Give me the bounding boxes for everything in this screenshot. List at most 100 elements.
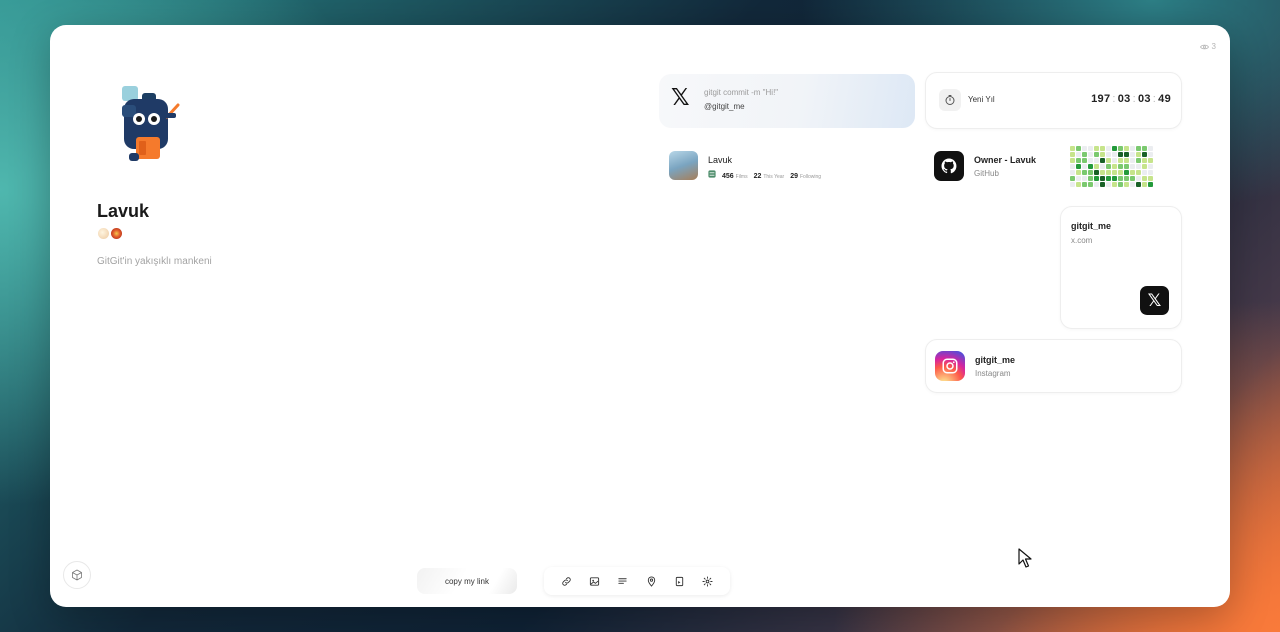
settings-icon[interactable] xyxy=(699,572,717,590)
contribution-cell xyxy=(1136,164,1141,169)
contribution-cell xyxy=(1118,164,1123,169)
contribution-cell xyxy=(1076,158,1081,163)
x-logo-icon: 𝕏 xyxy=(1140,286,1169,315)
contribution-cell xyxy=(1100,170,1105,175)
contribution-cell xyxy=(1094,152,1099,157)
profile-bio: GitGit'in yakışıklı mankeni xyxy=(97,256,212,267)
contribution-cell xyxy=(1082,182,1087,187)
x-logo-icon: 𝕏 xyxy=(671,85,690,111)
contribution-cell xyxy=(1100,182,1105,187)
stat-label: Films xyxy=(735,174,748,180)
countdown-label: Yeni Yıl xyxy=(968,95,995,104)
contribution-cell xyxy=(1148,176,1153,181)
contribution-cell xyxy=(1136,152,1141,157)
avatar[interactable] xyxy=(98,75,198,175)
contribution-cell xyxy=(1082,176,1087,181)
contribution-cell xyxy=(1130,164,1135,169)
contribution-cell xyxy=(1124,152,1129,157)
countdown-hours: 03 xyxy=(1117,93,1131,105)
contribution-cell xyxy=(1136,158,1141,163)
contribution-cell xyxy=(1076,152,1081,157)
stats-card[interactable]: Lavuk 456 Films 22 This Year 29 Followin… xyxy=(659,143,915,193)
tweet-message: gitgit commit -m "Hi!" xyxy=(704,88,779,97)
contribution-cell xyxy=(1088,158,1093,163)
contribution-cell xyxy=(1100,176,1105,181)
tweet-card[interactable]: 𝕏 gitgit commit -m "Hi!" @gitgit_me xyxy=(659,74,915,128)
cube-button[interactable] xyxy=(63,561,91,589)
countdown-card[interactable]: Yeni Yıl 197:03:03:49 xyxy=(925,72,1182,129)
contribution-cell xyxy=(1100,158,1105,163)
emoji-row xyxy=(98,228,122,239)
countdown-days: 197 xyxy=(1091,93,1111,105)
cube-icon xyxy=(72,569,82,581)
hand-emoji xyxy=(98,228,109,239)
contribution-cell xyxy=(1082,146,1087,151)
view-count: 3 xyxy=(1211,42,1216,51)
contribution-cell xyxy=(1094,182,1099,187)
contribution-cell xyxy=(1082,170,1087,175)
contribution-cell xyxy=(1106,182,1111,187)
contribution-cell xyxy=(1118,152,1123,157)
instagram-title: gitgit_me xyxy=(975,355,1016,365)
flower-emoji xyxy=(111,228,122,239)
mascot-image xyxy=(122,86,180,161)
contribution-cell xyxy=(1148,158,1153,163)
contribution-cell xyxy=(1148,164,1153,169)
github-title: Owner - Lavuk xyxy=(974,155,1037,165)
contribution-cell xyxy=(1106,170,1111,175)
view-counter: 3 xyxy=(1199,42,1216,51)
contribution-cell xyxy=(1094,176,1099,181)
contribution-cell xyxy=(1076,170,1081,175)
xcom-card[interactable]: gitgit_me x.com 𝕏 xyxy=(1060,206,1182,329)
contribution-cell xyxy=(1130,146,1135,151)
contribution-cell xyxy=(1118,170,1123,175)
contribution-cell xyxy=(1088,176,1093,181)
instagram-card[interactable]: gitgit_me Instagram xyxy=(925,339,1182,393)
text-icon[interactable] xyxy=(614,572,632,590)
contribution-cell xyxy=(1112,176,1117,181)
contribution-cell xyxy=(1136,182,1141,187)
github-card[interactable]: Owner - Lavuk GitHub xyxy=(925,139,1182,193)
contribution-cell xyxy=(1118,158,1123,163)
contribution-cell xyxy=(1112,164,1117,169)
contribution-cell xyxy=(1130,176,1135,181)
contribution-cell xyxy=(1112,146,1117,151)
contribution-cell xyxy=(1148,182,1153,187)
stat-value: 29 xyxy=(790,173,798,180)
contribution-cell xyxy=(1142,164,1147,169)
contribution-cell xyxy=(1082,158,1087,163)
countdown-value: 197:03:03:49 xyxy=(1091,93,1171,105)
contribution-cell xyxy=(1130,158,1135,163)
add-widget-toolbar xyxy=(544,567,730,595)
copy-link-button[interactable]: copy my link xyxy=(417,568,517,594)
contribution-cell xyxy=(1136,176,1141,181)
contribution-cell xyxy=(1112,158,1117,163)
profile-window: 3 Lavuk GitGit'in yakışıklı mankeni 𝕏 gi… xyxy=(50,25,1230,607)
contribution-cell xyxy=(1148,152,1153,157)
contribution-cell xyxy=(1070,176,1075,181)
contribution-cell xyxy=(1124,164,1129,169)
stat-label: Following xyxy=(799,174,822,180)
stat-value: 456 xyxy=(722,173,734,180)
contribution-cell xyxy=(1118,176,1123,181)
contribution-cell xyxy=(1112,170,1117,175)
github-icon xyxy=(934,151,964,181)
contribution-cell xyxy=(1088,170,1093,175)
contribution-cell xyxy=(1076,164,1081,169)
contribution-cell xyxy=(1106,176,1111,181)
contribution-cell xyxy=(1142,158,1147,163)
contribution-cell xyxy=(1118,182,1123,187)
contribution-graph xyxy=(1070,146,1153,187)
contribution-cell xyxy=(1112,152,1117,157)
contribution-cell xyxy=(1106,152,1111,157)
instagram-icon xyxy=(935,351,965,381)
contribution-cell xyxy=(1118,146,1123,151)
contribution-cell xyxy=(1142,182,1147,187)
image-icon[interactable] xyxy=(585,572,603,590)
map-pin-icon[interactable] xyxy=(642,572,660,590)
contribution-cell xyxy=(1148,170,1153,175)
media-icon[interactable] xyxy=(670,572,688,590)
contribution-cell xyxy=(1106,158,1111,163)
stat-label: This Year xyxy=(763,174,785,180)
link-icon[interactable] xyxy=(557,572,575,590)
